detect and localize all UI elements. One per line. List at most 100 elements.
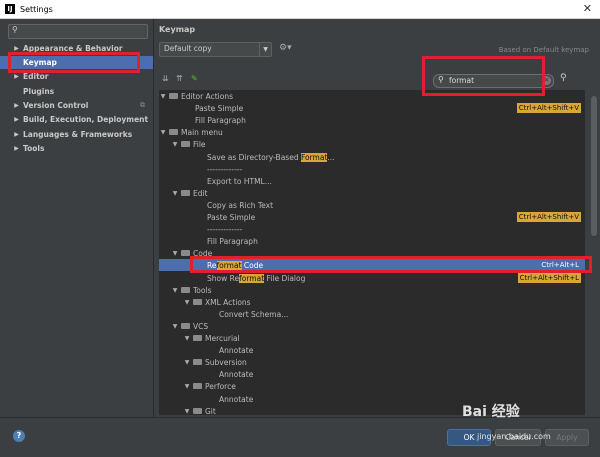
- chevron-down-icon[interactable]: ▼: [183, 408, 191, 415]
- sidebar-item-plugins[interactable]: Plugins: [0, 85, 153, 98]
- tree-label: XML Actions: [205, 298, 251, 307]
- label-text: File Dialog: [264, 273, 306, 283]
- tree-action[interactable]: Paste Simple Ctrl+Alt+Shift+V: [159, 102, 585, 114]
- sidebar-item-tools[interactable]: ▶ Tools: [0, 142, 153, 155]
- tree-action[interactable]: Annotate: [159, 344, 585, 356]
- search-icon: ⚲: [12, 25, 18, 34]
- sidebar-item-label: Plugins: [23, 87, 55, 96]
- chevron-right-icon[interactable]: ▶: [11, 116, 22, 123]
- scrollbar[interactable]: [591, 90, 597, 415]
- label-text: Export to HTML...: [207, 176, 272, 186]
- tree-label: VCS: [193, 322, 208, 331]
- tree-group[interactable]: ▼ File: [159, 138, 585, 150]
- label-text: Annotate: [219, 394, 254, 404]
- tree-action[interactable]: Show Reformat File Dialog Ctrl+Alt+Shift+…: [159, 272, 585, 284]
- tree-action[interactable]: Reformat Code Ctrl+Alt+L: [159, 259, 585, 271]
- tree-action[interactable]: Annotate: [159, 368, 585, 380]
- gear-icon[interactable]: ⚙▾: [279, 43, 292, 53]
- edit-pencil-icon[interactable]: ✎: [191, 74, 198, 83]
- tree-label: Tools: [193, 286, 211, 295]
- sidebar-item-languages-frameworks[interactable]: ▶ Languages & Frameworks: [0, 128, 153, 141]
- chevron-down-icon[interactable]: ▼: [183, 359, 191, 366]
- tree-action[interactable]: Annotate: [159, 393, 585, 405]
- sidebar-item-keymap[interactable]: Keymap: [0, 56, 153, 69]
- tree-label: Annotate: [219, 370, 253, 379]
- chevron-down-icon[interactable]: ▼: [159, 93, 167, 100]
- tree-action[interactable]: Fill Paragraph: [159, 235, 585, 247]
- folder-icon: [181, 323, 190, 329]
- sidebar-item-label: Build, Execution, Deployment: [23, 115, 149, 124]
- chevron-down-icon[interactable]: ▼: [159, 129, 167, 136]
- tree-action[interactable]: Save as Directory-Based Format...: [159, 151, 585, 163]
- tree-group[interactable]: ▼ XML Actions: [159, 296, 585, 308]
- apply-button[interactable]: Apply: [545, 429, 589, 446]
- tree-group[interactable]: ▼ Perforce: [159, 380, 585, 392]
- chevron-down-icon[interactable]: ▼: [183, 383, 191, 390]
- shortcut-badge: Ctrl+Alt+Shift+L: [517, 273, 581, 283]
- tree-action[interactable]: Export to HTML...: [159, 175, 585, 187]
- tree-group[interactable]: ▼ Main menu: [159, 126, 585, 138]
- expand-all-icon[interactable]: ⇊: [162, 74, 169, 83]
- chevron-down-icon[interactable]: ▼: [171, 250, 179, 257]
- baidu-watermark-url: jingyan.baidu.com: [477, 432, 551, 441]
- tree-label: Save as Directory-Based Format...: [207, 152, 335, 162]
- label-text: Copy as Rich Text: [207, 200, 274, 210]
- tree-action[interactable]: Convert Schema...: [159, 308, 585, 320]
- sidebar-item-label: Languages & Frameworks: [23, 130, 133, 139]
- chevron-right-icon[interactable]: ▶: [11, 45, 22, 52]
- tree-label: Annotate: [219, 395, 253, 404]
- collapse-all-icon[interactable]: ⇈: [176, 74, 183, 83]
- tree-action[interactable]: Fill Paragraph: [159, 114, 585, 126]
- chevron-down-icon[interactable]: ▼: [171, 323, 179, 330]
- chevron-down-icon[interactable]: ▼: [183, 299, 191, 306]
- chevron-down-icon[interactable]: ▼: [171, 190, 179, 197]
- label-text: Main menu: [181, 127, 223, 137]
- label-text: Code: [193, 248, 213, 258]
- tree-group[interactable]: ▼ Mercurial: [159, 332, 585, 344]
- tree-group[interactable]: ▼ Editor Actions: [159, 90, 585, 102]
- tree-label: Perforce: [205, 382, 236, 391]
- tree-label: Editor Actions: [181, 92, 233, 101]
- tree-group[interactable]: ▼ Edit: [159, 187, 585, 199]
- tree-label: Subversion: [205, 358, 247, 367]
- settings-search-input[interactable]: ⚲: [8, 24, 148, 39]
- tree-group[interactable]: ▼ Code: [159, 247, 585, 259]
- tree-label: Fill Paragraph: [195, 116, 246, 125]
- chevron-right-icon[interactable]: ▶: [11, 73, 22, 80]
- tree-group[interactable]: ▼ VCS: [159, 320, 585, 332]
- chevron-right-icon[interactable]: ▶: [11, 145, 22, 152]
- sidebar-item-label: Keymap: [23, 58, 57, 67]
- tree-action[interactable]: -------------: [159, 223, 585, 235]
- keymap-search-input[interactable]: ⚲ format ×: [433, 74, 554, 88]
- clear-search-icon[interactable]: ×: [542, 76, 551, 85]
- keymap-scheme-select[interactable]: Default copy ▼: [159, 42, 272, 57]
- tree-group[interactable]: ▼ Subversion: [159, 356, 585, 368]
- find-by-shortcut-icon[interactable]: ⚲: [560, 73, 567, 83]
- folder-icon: [193, 299, 202, 305]
- tree-action[interactable]: Paste Simple Ctrl+Alt+Shift+V: [159, 211, 585, 223]
- sidebar-item-build-execution-deployment[interactable]: ▶ Build, Execution, Deployment: [0, 113, 153, 126]
- sidebar-item-version-control[interactable]: ▶ Version Control ⧉: [0, 99, 153, 112]
- sidebar-item-label: Appearance & Behavior: [23, 44, 123, 53]
- tree-group[interactable]: ▼ Tools: [159, 284, 585, 296]
- close-icon[interactable]: ✕: [583, 2, 592, 15]
- sidebar-item-appearance-behavior[interactable]: ▶ Appearance & Behavior: [0, 42, 153, 55]
- tree-label: Export to HTML...: [207, 177, 272, 186]
- chevron-down-icon[interactable]: ▼: [171, 141, 179, 148]
- tree-action[interactable]: Copy as Rich Text: [159, 199, 585, 211]
- scrollbar-thumb[interactable]: [591, 96, 597, 236]
- folder-icon: [193, 359, 202, 365]
- tree-group[interactable]: ▼ Git: [159, 405, 585, 416]
- chevron-down-icon[interactable]: ▼: [171, 287, 179, 294]
- page-title: Keymap: [159, 25, 196, 34]
- help-button[interactable]: ?: [13, 430, 25, 442]
- tree-action[interactable]: -------------: [159, 163, 585, 175]
- label-text: Perforce: [205, 381, 236, 391]
- sidebar-item-editor[interactable]: ▶ Editor: [0, 70, 153, 83]
- label-text: Edit: [193, 188, 208, 198]
- chevron-down-icon[interactable]: ▼: [183, 335, 191, 342]
- chevron-right-icon[interactable]: ▶: [11, 131, 22, 138]
- project-settings-icon: ⧉: [140, 101, 145, 109]
- label-text: Fill Paragraph: [207, 236, 258, 246]
- chevron-right-icon[interactable]: ▶: [11, 102, 22, 109]
